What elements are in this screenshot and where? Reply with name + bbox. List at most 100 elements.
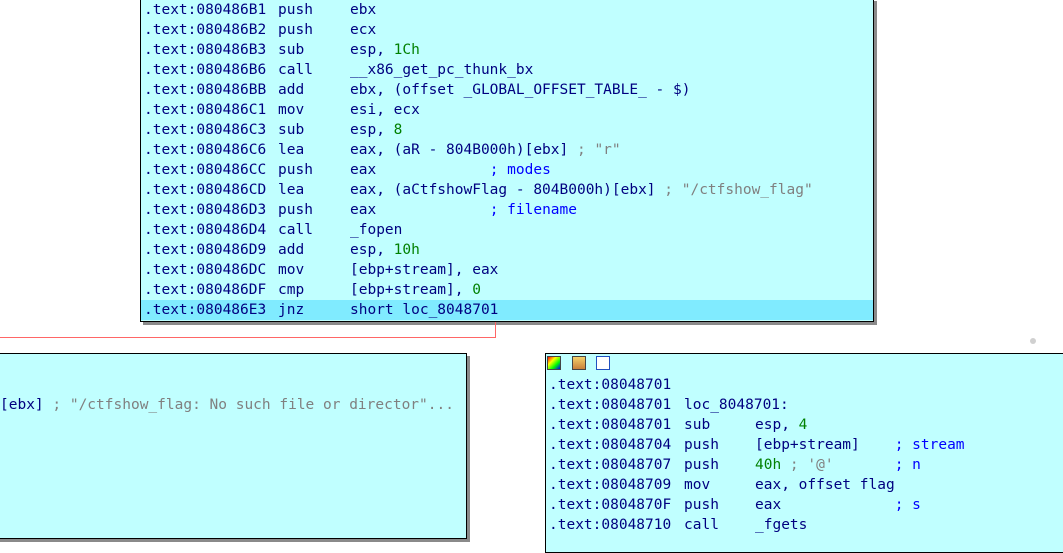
code-line[interactable]: .text:08048701: [546, 375, 1063, 395]
operands: [ebp+stream] ; stream: [755, 435, 965, 455]
color-icon[interactable]: [547, 356, 561, 370]
operand: 4: [798, 417, 808, 433]
selected-code-line[interactable]: .text:080486E3 jnz short loc_8048701: [141, 300, 873, 320]
mnemonic: call: [278, 62, 313, 78]
operands: esi, ecx: [350, 100, 420, 120]
code-line[interactable]: .text:080486C3 sub esp, 8: [141, 120, 873, 140]
operands: esp, 10h: [350, 240, 420, 260]
operands: [ebp+stream], eax: [350, 260, 498, 280]
operands: [ebp+stream], 0: [350, 280, 481, 300]
code-line[interactable]: .text:080486BB add ebx, (offset _GLOBAL_OF…: [141, 80, 873, 100]
operand: 0: [472, 282, 481, 298]
address-label: .text:08048704: [549, 437, 672, 453]
operands: ecx: [350, 20, 376, 40]
operand: ebx, (offset _GLOBAL_OFFSET_TABLE_ - $): [350, 82, 691, 98]
mnemonic: add: [278, 242, 305, 258]
operand: 1Ch: [393, 42, 420, 58]
code-line[interactable]: .text:0804870F push eax ; s: [546, 495, 1063, 515]
code-line[interactable]: .text:080486DC mov [ebp+stream], eax: [141, 260, 873, 280]
address-label: .text:080486CD: [144, 182, 267, 198]
mnemonic: push: [684, 457, 719, 473]
address-label: .text:080486C6: [144, 142, 267, 158]
false-branch-edge-horizontal[interactable]: [0, 337, 496, 338]
operand: eax: [755, 497, 895, 513]
edit-icon[interactable]: [571, 356, 586, 370]
operand: short loc_8048701: [350, 302, 499, 318]
address-label: .text:08048707: [549, 457, 672, 473]
mnemonic: sub: [278, 42, 305, 58]
mnemonic: lea: [278, 182, 305, 198]
code-line[interactable]: .text:080486B6 call __x86_get_pc_thunk_bx: [141, 60, 873, 80]
address-label: .text:080486B6: [144, 62, 267, 78]
operand: esp,: [350, 242, 394, 258]
code-line[interactable]: .text:080486DF cmp [ebp+stream], 0: [141, 280, 873, 300]
operand: eax, (aCtfshowFlag - 804B000h)[ebx]: [350, 182, 665, 198]
address-label: .text:080486D3: [144, 202, 267, 218]
code-line[interactable]: .text:08048701 sub esp, 4: [546, 415, 1063, 435]
operand: 40h: [755, 457, 782, 473]
mnemonic: call: [278, 222, 313, 238]
code-line[interactable]: .text:08048704 push [ebp+stream] ; stream: [546, 435, 1063, 455]
code-line[interactable]: .text:080486D4 call _fopen: [141, 220, 873, 240]
address-label: .text:08048701: [549, 377, 672, 393]
code-line[interactable]: .text:080486D9 add esp, 10h: [141, 240, 873, 260]
code-line[interactable]: .text:080486CD lea eax, (aCtfshowFlag - 80…: [141, 180, 873, 200]
operands: __x86_get_pc_thunk_bx: [350, 60, 533, 80]
code-line[interactable]: .text:080486C1 mov esi, ecx: [141, 100, 873, 120]
graph-icon[interactable]: [596, 356, 611, 370]
operand: [ebp+stream],: [350, 282, 473, 298]
operand: ecx: [350, 22, 377, 38]
edge-arrow-marker: [1030, 338, 1036, 344]
operands: esp, 1Ch: [350, 40, 420, 60]
code-block-right[interactable]: .text:08048701 .text:08048701 loc_8048701:…: [545, 353, 1063, 553]
mnemonic: push: [278, 202, 313, 218]
address-label: .text:080486B1: [144, 2, 267, 18]
operand: esp,: [350, 42, 394, 58]
address-label: .text:080486DF: [144, 282, 267, 298]
node-toolbar: [547, 354, 612, 372]
operands: esp, 4: [755, 415, 807, 435]
code-line[interactable]: .text:08048710 call _fgets: [546, 515, 1063, 535]
code-line[interactable]: .text:080486D3 push eax ; filename: [141, 200, 873, 220]
comment: ; s: [894, 497, 921, 513]
comment: ; '@': [781, 457, 895, 473]
operand[interactable]: _fopen: [350, 222, 402, 238]
code-line[interactable]: .text:080486B2 push ecx: [141, 20, 873, 40]
code-line[interactable]: [ebx] ; "/ctfshow_flag: No such file or …: [0, 395, 466, 415]
comment: ; n: [894, 457, 921, 473]
false-branch-edge[interactable]: [495, 322, 496, 338]
mnemonic: cmp: [278, 282, 305, 298]
code-block-top[interactable]: .text:080486B1 push ebx .text:080486B2 push e…: [140, 0, 874, 322]
address-label: .text:080486D9: [144, 242, 267, 258]
mnemonic: lea: [278, 142, 305, 158]
operands: eax, offset flag: [755, 475, 895, 495]
mnemonic: jnz: [278, 302, 305, 318]
code-line[interactable]: .text:080486B1 push ebx: [141, 0, 873, 20]
mnemonic: push: [684, 437, 719, 453]
code-line[interactable]: .text:08048709 mov eax, offset flag: [546, 475, 1063, 495]
operand: eax, offset flag: [755, 477, 895, 493]
code-line[interactable]: .text:080486B3 sub esp, 1Ch: [141, 40, 873, 60]
operand[interactable]: __x86_get_pc_thunk_bx: [350, 62, 533, 78]
operand: [ebx]: [0, 397, 53, 413]
mnemonic: sub: [684, 417, 711, 433]
address-label: .text:080486C1: [144, 102, 267, 118]
code-line[interactable]: .text:08048701 loc_8048701:: [546, 395, 1063, 415]
mnemonic: push: [684, 497, 719, 513]
address-label: .text:080486B2: [144, 22, 267, 38]
code-block-left[interactable]: [ebx] ; "/ctfshow_flag: No such file or …: [0, 353, 467, 539]
operand[interactable]: _fgets: [755, 517, 807, 533]
comment: ; stream: [894, 437, 965, 453]
address-label: .text:08048709: [549, 477, 672, 493]
code-line[interactable]: .text:08048707 push 40h ; '@' ; n: [546, 455, 1063, 475]
mnemonic: add: [278, 82, 305, 98]
code-line[interactable]: .text:080486C6 lea eax, (aR - 804B000h)[eb…: [141, 140, 873, 160]
address-label: .text:080486DC: [144, 262, 267, 278]
mnemonic: sub: [278, 122, 305, 138]
operand: ebx: [350, 2, 377, 18]
code-line[interactable]: .text:080486CC push eax ; modes: [141, 160, 873, 180]
comment: ; "/ctfshow_flag": [664, 182, 813, 198]
code-lines: [ebx] ; "/ctfshow_flag: No such file or …: [0, 354, 466, 415]
operand: eax: [350, 162, 490, 178]
operands: ebx, (offset _GLOBAL_OFFSET_TABLE_ - $): [350, 80, 690, 100]
